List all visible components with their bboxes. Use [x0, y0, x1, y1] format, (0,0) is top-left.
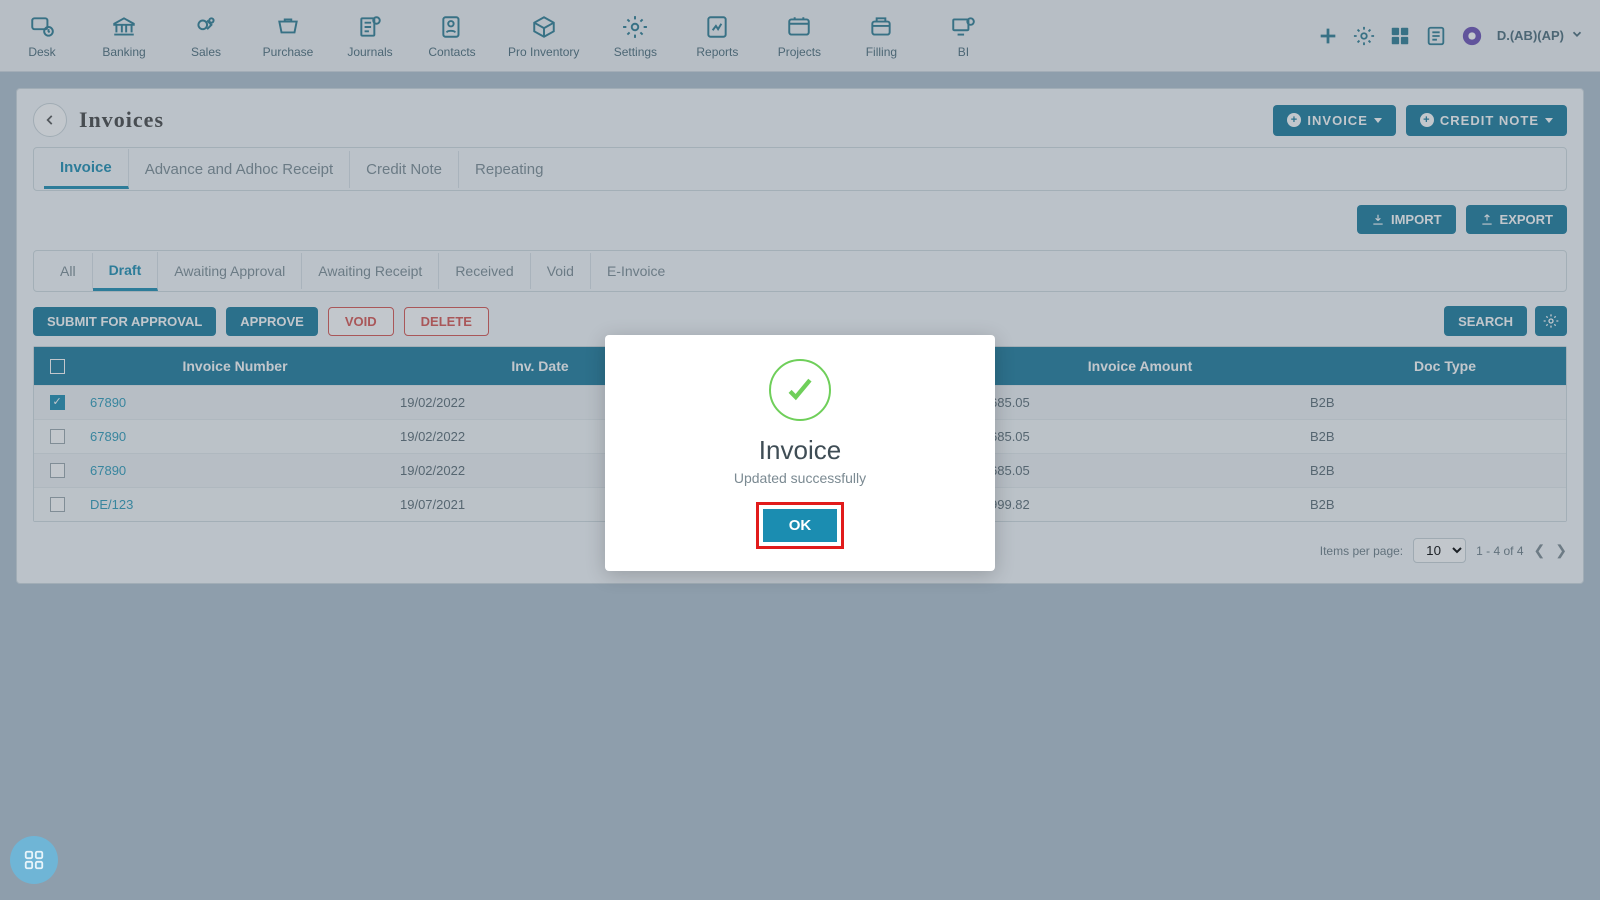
modal-message: Updated successfully — [627, 470, 973, 486]
modal-ok-button[interactable]: OK — [763, 509, 838, 542]
modal-ok-highlight: OK — [756, 502, 845, 549]
apps-fab[interactable] — [10, 836, 58, 884]
check-circle-icon — [769, 359, 831, 421]
modal-title: Invoice — [627, 435, 973, 466]
success-modal: Invoice Updated successfully OK — [605, 335, 995, 571]
